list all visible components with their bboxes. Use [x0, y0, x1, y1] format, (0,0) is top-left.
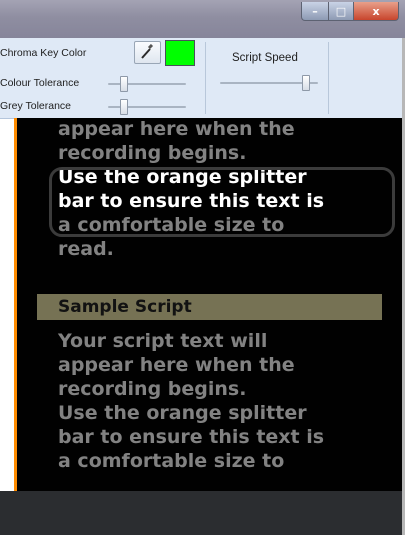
bottom-panel	[0, 491, 402, 535]
toolbar-separator	[328, 42, 329, 114]
reading-focus-box	[49, 167, 395, 237]
script-line: recording begins.	[58, 378, 247, 400]
eyedropper-icon	[141, 44, 154, 59]
script-line: Use the orange splitter	[58, 402, 307, 424]
script-speed-slider-thumb[interactable]	[302, 75, 311, 91]
colour-tolerance-slider-thumb[interactable]	[119, 76, 128, 92]
script-line: appear here when the	[58, 118, 295, 140]
chroma-key-color-swatch[interactable]	[165, 40, 195, 66]
grey-tolerance-label: Grey Tolerance	[0, 100, 72, 112]
toolbar-separator	[205, 42, 206, 114]
window-title-bar: – □ x	[0, 0, 405, 38]
script-line: bar to ensure this text is	[58, 426, 325, 448]
minimize-button[interactable]: –	[301, 2, 329, 21]
script-line: appear here when the	[58, 354, 295, 376]
orange-splitter-bar[interactable]	[14, 118, 17, 491]
grey-tolerance-slider-thumb[interactable]	[119, 99, 128, 115]
color-picker-button[interactable]	[134, 41, 161, 64]
script-line: recording begins.	[58, 142, 247, 164]
script-text-lower: Your script text will appear here when t…	[58, 329, 324, 473]
script-line: a comfortable size to	[58, 450, 285, 472]
chroma-key-label: Chroma Key Color	[0, 47, 87, 59]
colour-tolerance-label: Colour Tolerance	[0, 77, 80, 89]
script-speed-label: Script Speed	[232, 52, 298, 64]
close-button[interactable]: x	[354, 2, 399, 21]
maximize-button[interactable]: □	[329, 2, 354, 21]
script-line: Your script text will	[58, 330, 268, 352]
settings-toolbar: Chroma Key Color Colour Tolerance Grey T…	[0, 38, 402, 119]
section-heading: Sample Script	[37, 294, 382, 320]
script-line: read.	[58, 238, 114, 260]
window-controls: – □ x	[301, 2, 399, 21]
